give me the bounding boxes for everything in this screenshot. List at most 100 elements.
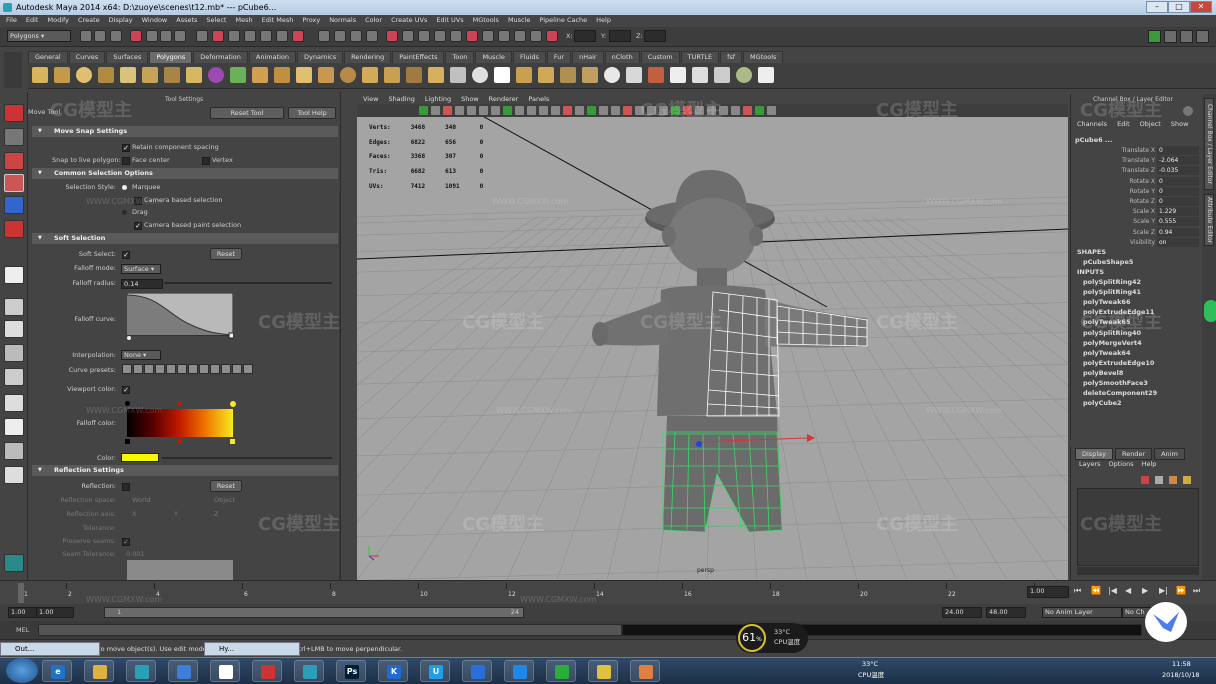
channel-row[interactable]: Scale X 1.229 [1071, 207, 1199, 217]
shelf-icon-22[interactable] [516, 67, 532, 83]
reflection-reset-button[interactable]: Reset [210, 480, 242, 492]
shelf-icon-24[interactable] [560, 67, 576, 83]
channel-box-settings-icon[interactable] [1183, 106, 1193, 116]
layer-menu-help[interactable]: Help [1142, 460, 1157, 468]
shelf-tab-animation[interactable]: Animation [248, 51, 297, 63]
shelf-tab-fur[interactable]: Fur [546, 51, 572, 63]
shelf-tab-rendering[interactable]: Rendering [344, 51, 392, 63]
channel-value[interactable]: 0 [1157, 197, 1199, 206]
taskbar-app-qq[interactable] [504, 660, 534, 682]
input-node[interactable]: polyTweak64 [1083, 348, 1130, 358]
ramp-key-red[interactable] [177, 439, 182, 444]
input-node[interactable]: polyExtrudeEdge10 [1083, 358, 1154, 368]
shelf-icon-14[interactable] [340, 67, 356, 83]
taskbar-app-ps[interactable]: Ps [336, 660, 366, 682]
channel-value[interactable]: on [1157, 237, 1199, 247]
shelf-tab-deformation[interactable]: Deformation [193, 51, 248, 63]
shelf-tab-mgtools[interactable]: MGtools [743, 51, 784, 63]
channel-row[interactable]: Rotate X0 [1071, 176, 1199, 187]
falloff-radius-slider[interactable] [164, 282, 332, 284]
shelf-icon-0[interactable] [32, 67, 48, 83]
falloff-radius-input[interactable]: 0.14 [121, 279, 163, 289]
status-tool-icon-28[interactable] [546, 30, 558, 42]
preserve-seams-checkbox[interactable]: ✓ [122, 538, 130, 546]
shelf-icon-30[interactable] [692, 67, 708, 83]
shelf-icon-3[interactable] [98, 67, 114, 83]
taskbar-app-u[interactable]: U [420, 660, 450, 682]
status-tool-icon-12[interactable] [276, 30, 288, 42]
shelf-icon-11[interactable] [274, 67, 290, 83]
status-tool-icon-0[interactable] [80, 30, 92, 42]
script-editor-icon[interactable] [4, 554, 24, 572]
ramp-handle-yellow[interactable] [230, 401, 236, 407]
channel-value[interactable]: -2.064 [1157, 156, 1199, 166]
reflection-checkbox[interactable] [122, 483, 130, 491]
menu-set-dropdown[interactable]: Polygons ▾ [7, 30, 71, 42]
channel-row[interactable]: Scale Z 0.94 [1071, 227, 1199, 238]
shelf-tab-custom[interactable]: Custom [640, 51, 680, 63]
layer-tab-display[interactable]: Display [1075, 448, 1113, 460]
shelf-icon-27[interactable] [626, 67, 642, 83]
panel-toggle-icon-0[interactable] [1148, 30, 1161, 43]
show-manipulator-tool-icon[interactable] [4, 266, 24, 284]
time-slider[interactable]: 124681012141618202224 1.00 ⏮⏪|◀◀▶▶|⏩⏭ [0, 580, 1216, 604]
layout-render-icon[interactable] [4, 442, 24, 460]
face-center-checkbox[interactable] [122, 157, 130, 165]
menu-edit[interactable]: Edit [26, 16, 39, 24]
taskbar-app-qqmusic[interactable] [210, 660, 240, 682]
menu-edit-mesh[interactable]: Edit Mesh [262, 16, 294, 24]
input-node[interactable]: polyBevel8 [1083, 368, 1123, 378]
retain-spacing-checkbox[interactable]: ✓ [122, 144, 130, 152]
shelf-icon-8[interactable] [208, 67, 224, 83]
shelf-icon-25[interactable] [582, 67, 598, 83]
taskbar-app-maya[interactable] [126, 660, 156, 682]
channel-row[interactable]: Scale Y 0.555 [1071, 217, 1199, 227]
curve-preset-9[interactable] [221, 364, 231, 374]
shelf-icon-13[interactable] [318, 67, 334, 83]
command-input[interactable] [38, 624, 622, 636]
shelf-icon-28[interactable] [648, 67, 664, 83]
minimize-button[interactable]: – [1146, 1, 1168, 13]
shelf-icon-17[interactable] [406, 67, 422, 83]
shelf-icon-29[interactable] [670, 67, 686, 83]
playback-button-7[interactable]: ⏭ [1193, 586, 1200, 596]
shelf-tab-nhair[interactable]: nHair [572, 51, 604, 63]
layer-scrollbar[interactable] [1077, 567, 1199, 575]
soft-select-checkbox[interactable]: ✓ [122, 251, 130, 259]
shelf-icon-26[interactable] [604, 67, 620, 83]
menu-mgtools[interactable]: MGtools [473, 16, 499, 24]
ramp-key-black[interactable] [125, 439, 130, 444]
taskbar-app-ie[interactable]: e [42, 660, 72, 682]
layout-uv-icon[interactable] [4, 466, 24, 484]
shelf-icon-1[interactable] [54, 67, 70, 83]
input-node[interactable]: polyMergeVert4 [1083, 338, 1142, 348]
menu-select[interactable]: Select [206, 16, 226, 24]
status-tool-icon-9[interactable] [228, 30, 240, 42]
viewport-color-checkbox[interactable]: ✓ [122, 386, 130, 394]
curve-preset-4[interactable] [166, 364, 176, 374]
range-bar[interactable]: 1 24 [104, 607, 524, 618]
attribute-editor-tab[interactable]: Attribute Editor [1204, 194, 1214, 246]
start-time-field[interactable]: 1.00 [8, 607, 38, 618]
minimized-window-hypershade[interactable]: Hy... [204, 642, 300, 656]
shelf-tab-dynamics[interactable]: Dynamics [297, 51, 344, 63]
status-tool-icon-7[interactable] [196, 30, 208, 42]
shelf-icon-10[interactable] [252, 67, 268, 83]
status-tool-icon-10[interactable] [244, 30, 256, 42]
shelf-tab-fsf[interactable]: fsf [720, 51, 743, 63]
z-input[interactable] [644, 30, 666, 42]
move-tool-icon[interactable] [4, 174, 24, 192]
layer-menu-layers[interactable]: Layers [1079, 460, 1101, 468]
y-input[interactable] [609, 30, 631, 42]
select-tool-icon[interactable] [4, 104, 24, 122]
color-slider[interactable] [162, 457, 332, 459]
menu-mesh[interactable]: Mesh [235, 16, 252, 24]
shelf-icon-15[interactable] [362, 67, 378, 83]
shelf-icon-4[interactable] [120, 67, 136, 83]
status-tool-icon-13[interactable] [292, 30, 304, 42]
playback-button-6[interactable]: ⏩ [1176, 586, 1186, 595]
menu-color[interactable]: Color [365, 16, 382, 24]
channel-value[interactable]: 0 [1157, 146, 1199, 155]
taskbar-app-wechat[interactable] [546, 660, 576, 682]
curve-preset-6[interactable] [188, 364, 198, 374]
